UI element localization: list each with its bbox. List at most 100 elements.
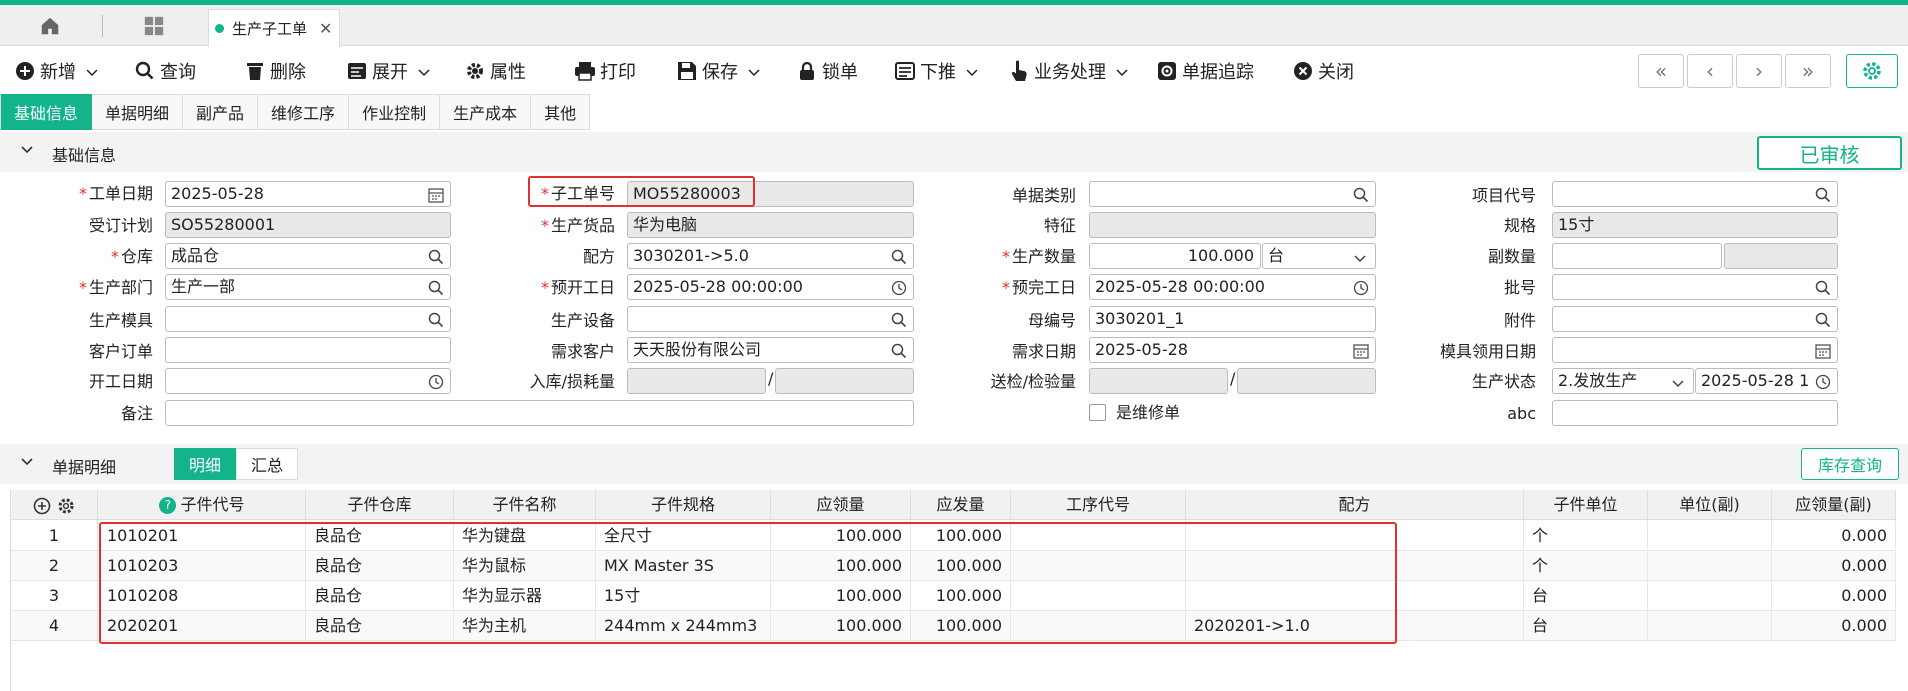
cell-warehouse[interactable]: 良品仓 <box>306 611 454 641</box>
search-icon[interactable] <box>891 342 907 359</box>
col-code[interactable]: ? 子件代号 <box>99 490 306 520</box>
cell-formula[interactable] <box>1186 551 1524 581</box>
cell-process-code[interactable] <box>1011 611 1186 641</box>
lock-button[interactable]: 锁单 <box>796 58 858 84</box>
first-record-button[interactable]: « <box>1638 54 1684 88</box>
col-warehouse[interactable]: 子件仓库 <box>306 490 454 520</box>
cell-process-code[interactable] <box>1011 551 1186 581</box>
warehouse-field[interactable]: 成品仓 <box>165 243 451 269</box>
tab-detail[interactable]: 明细 <box>174 448 237 480</box>
grid-settings-icon[interactable] <box>57 495 75 514</box>
clock-icon[interactable] <box>891 279 907 296</box>
expand-button[interactable]: 展开 <box>346 58 430 84</box>
tab-basic-info[interactable]: 基础信息 <box>0 94 93 130</box>
cell-warehouse[interactable]: 良品仓 <box>306 581 454 611</box>
cell-formula[interactable] <box>1186 521 1524 551</box>
cell-need-qty2[interactable]: 0.000 <box>1772 611 1896 641</box>
home-tab[interactable] <box>0 5 100 46</box>
search-icon[interactable] <box>428 248 444 265</box>
col-need-qty2[interactable]: 应领量(副) <box>1772 490 1896 520</box>
is-repair-checkbox[interactable] <box>1089 404 1106 421</box>
settings-button[interactable] <box>1846 54 1898 88</box>
remark-field[interactable] <box>165 400 914 426</box>
cell-code[interactable]: 2020201 <box>99 611 306 641</box>
equipment-field[interactable] <box>627 306 914 332</box>
cell-unit2[interactable] <box>1648 551 1772 581</box>
col-formula[interactable]: 配方 <box>1186 490 1524 520</box>
start-date-field[interactable] <box>165 368 451 394</box>
attach-field[interactable] <box>1552 306 1838 332</box>
query-button[interactable]: 查询 <box>134 58 196 84</box>
basic-info-header[interactable]: 基础信息 <box>0 132 1908 172</box>
tab-production-cost[interactable]: 生产成本 <box>440 94 532 130</box>
doc-type-field[interactable] <box>1089 181 1376 207</box>
prev-record-button[interactable]: ‹ <box>1687 54 1733 88</box>
col-unit[interactable]: 子件单位 <box>1524 490 1648 520</box>
cell-formula[interactable] <box>1186 581 1524 611</box>
close-button[interactable]: 关闭 <box>1292 58 1354 84</box>
prod-unit-select[interactable]: 台 <box>1262 243 1376 269</box>
table-row[interactable]: 2 1010203 良品仓 华为鼠标 MX Master 3S 100.000 100.00… <box>11 551 1896 581</box>
search-icon[interactable] <box>428 279 444 296</box>
table-row[interactable]: 1 1010201 良品仓 华为键盘 全尺寸 100.000 100.000 个 0.000 <box>11 521 1896 551</box>
stock-query-button[interactable]: 库存查询 <box>1801 448 1899 480</box>
cell-row-no[interactable]: 4 <box>11 611 98 641</box>
add-row-icon[interactable] <box>33 495 51 514</box>
cell-unit2[interactable] <box>1648 611 1772 641</box>
search-icon[interactable] <box>1815 311 1831 328</box>
search-icon[interactable] <box>891 311 907 328</box>
batch-field[interactable] <box>1552 274 1838 300</box>
cell-unit2[interactable] <box>1648 581 1772 611</box>
tab-doc-detail[interactable]: 单据明细 <box>92 94 184 130</box>
apps-tab[interactable] <box>104 5 204 46</box>
demand-customer-field[interactable]: 天天股份有限公司 <box>627 337 914 363</box>
tab-other[interactable]: 其他 <box>531 94 591 130</box>
save-button[interactable]: 保存 <box>676 58 760 84</box>
mold-field[interactable] <box>165 306 451 332</box>
clock-icon[interactable] <box>1353 279 1369 296</box>
next-record-button[interactable]: › <box>1736 54 1782 88</box>
business-process-button[interactable]: 业务处理 <box>1008 58 1128 84</box>
prod-status-date-field[interactable]: 2025-05-28 1 <box>1695 368 1838 394</box>
close-tab-icon[interactable]: ✕ <box>319 19 332 38</box>
cell-need-qty[interactable]: 100.000 <box>771 581 911 611</box>
cell-need-qty[interactable]: 100.000 <box>771 611 911 641</box>
table-row[interactable]: 3 1010208 良品仓 华为显示器 15寸 100.000 100.000 台 0.000 <box>11 581 1896 611</box>
cell-spec[interactable]: 全尺寸 <box>596 521 771 551</box>
clock-icon[interactable] <box>1815 373 1831 390</box>
cell-issue-qty[interactable]: 100.000 <box>911 611 1011 641</box>
sub-qty-field[interactable] <box>1552 243 1722 269</box>
tab-by-products[interactable]: 副产品 <box>183 94 259 130</box>
col-name[interactable]: 子件名称 <box>454 490 596 520</box>
cell-code[interactable]: 1010208 <box>99 581 306 611</box>
cell-issue-qty[interactable]: 100.000 <box>911 581 1011 611</box>
work-date-field[interactable]: 2025-05-28 <box>165 181 451 207</box>
cell-unit[interactable]: 个 <box>1524 551 1648 581</box>
customer-order-field[interactable] <box>165 337 451 363</box>
tab-job-control[interactable]: 作业控制 <box>349 94 441 130</box>
abc-field[interactable] <box>1552 400 1838 426</box>
cell-need-qty[interactable]: 100.000 <box>771 551 911 581</box>
trace-button[interactable]: 单据追踪 <box>1156 58 1254 84</box>
cell-warehouse[interactable]: 良品仓 <box>306 551 454 581</box>
demand-date-field[interactable]: 2025-05-28 <box>1089 337 1376 363</box>
search-icon[interactable] <box>428 311 444 328</box>
last-record-button[interactable]: » <box>1785 54 1831 88</box>
cell-warehouse[interactable]: 良品仓 <box>306 521 454 551</box>
cell-code[interactable]: 1010201 <box>99 521 306 551</box>
cell-issue-qty[interactable]: 100.000 <box>911 521 1011 551</box>
cell-code[interactable]: 1010203 <box>99 551 306 581</box>
cell-spec[interactable]: 15寸 <box>596 581 771 611</box>
tab-repair-process[interactable]: 维修工序 <box>258 94 350 130</box>
mold-date-field[interactable] <box>1552 337 1838 363</box>
plan-start-field[interactable]: 2025-05-28 00:00:00 <box>627 274 914 300</box>
parent-no-field[interactable]: 3030201_1 <box>1089 306 1376 332</box>
cell-row-no[interactable]: 2 <box>11 551 98 581</box>
plan-end-field[interactable]: 2025-05-28 00:00:00 <box>1089 274 1376 300</box>
table-row[interactable]: 4 2020201 良品仓 华为主机 244mm x 244mm3 100.000 100.… <box>11 611 1896 641</box>
search-icon[interactable] <box>1353 186 1369 203</box>
calendar-icon[interactable] <box>1815 342 1831 359</box>
cell-need-qty2[interactable]: 0.000 <box>1772 551 1896 581</box>
col-process-code[interactable]: 工序代号 <box>1011 490 1186 520</box>
new-button[interactable]: 新增 <box>14 58 98 84</box>
